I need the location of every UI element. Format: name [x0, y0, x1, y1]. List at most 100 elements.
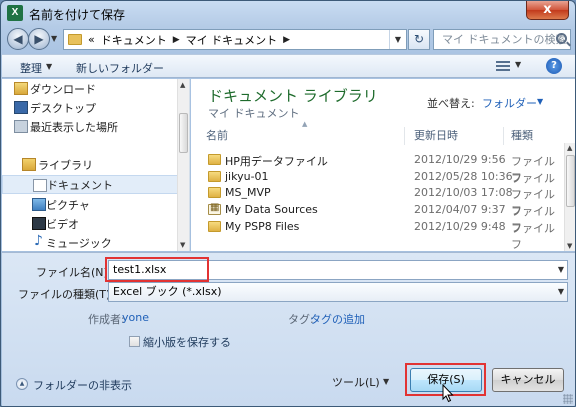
tools-dropdown-icon[interactable]: ▼	[383, 377, 389, 386]
download-folder-icon	[14, 82, 28, 95]
arrange-by-dropdown[interactable]: フォルダー	[482, 95, 537, 111]
scroll-down-icon[interactable]: ▼	[180, 241, 185, 249]
hide-folders-label: フォルダーの非表示	[33, 379, 132, 392]
resize-grip[interactable]	[563, 394, 573, 404]
file-row[interactable]: MS_MVP 2012/10/03 17:08 ファイル フ	[191, 185, 563, 217]
breadcrumb-separator-icon[interactable]: ▶	[283, 35, 290, 45]
column-header-name[interactable]: 名前	[206, 127, 228, 143]
filename-dropdown-icon[interactable]: ▼	[558, 261, 564, 279]
scroll-down-icon[interactable]: ▼	[567, 242, 572, 250]
nav-scrollbar[interactable]: ▲ ▼	[177, 79, 189, 251]
file-row[interactable]: My PSP8 Files 2012/10/29 9:48 ファイル フ	[191, 219, 563, 251]
filetype-value[interactable]: Excel ブック (*.xlsx)	[113, 285, 222, 298]
file-name: jikyu-01	[225, 170, 269, 183]
navigation-bar: ◀ ▶ ▼ « ドキュメント ▶ マイ ドキュメント ▶ ▼ ↻ マイ ドキュメ…	[1, 27, 575, 53]
address-bar[interactable]: « ドキュメント ▶ マイ ドキュメント ▶ ▼	[63, 29, 407, 50]
nav-item-label: ピクチャ	[46, 198, 90, 212]
column-header-type[interactable]: 種類	[511, 127, 533, 143]
author-label: 作成者:	[88, 313, 125, 326]
nav-item-documents[interactable]: ドキュメント	[2, 175, 178, 194]
command-bar: 整理 ▼ 新しいフォルダー ▼ ?	[2, 54, 575, 78]
mouse-cursor-icon	[442, 383, 454, 406]
library-title: ドキュメント ライブラリ	[208, 87, 378, 105]
nav-item-label: ライブラリ	[38, 158, 93, 172]
file-date: 2012/05/28 10:36	[414, 170, 513, 183]
filename-highlight	[105, 257, 209, 282]
pictures-icon	[32, 198, 46, 211]
forward-button[interactable]: ▶	[28, 28, 50, 50]
tools-menu[interactable]: ツール(L)	[332, 374, 380, 390]
search-icon[interactable]	[556, 33, 567, 44]
file-list-pane: ドキュメント ライブラリ マイ ドキュメント 並べ替え: フォルダー ▼ ▲ 名…	[191, 79, 575, 251]
excel-icon: X	[7, 5, 23, 21]
folder-icon	[208, 154, 221, 165]
nav-item-pictures[interactable]: ピクチャ	[2, 195, 178, 214]
file-date: 2012/10/29 9:48	[414, 220, 506, 233]
save-options-panel: ファイル名(N): test1.xlsx ▼ ファイルの種類(T): Excel…	[2, 252, 575, 406]
breadcrumb-overflow[interactable]: «	[88, 33, 95, 46]
videos-icon	[32, 217, 46, 230]
scrollbar-thumb[interactable]	[566, 155, 575, 207]
address-dropdown-icon[interactable]: ▼	[389, 30, 406, 49]
close-button[interactable]: x	[526, 1, 569, 20]
breadcrumb-separator-icon[interactable]: ▶	[173, 35, 180, 45]
folder-icon	[208, 187, 221, 198]
breadcrumb-my-documents[interactable]: マイ ドキュメント	[186, 32, 278, 48]
file-list-scrollbar[interactable]: ▲ ▼	[564, 143, 575, 251]
save-thumbnail-checkbox[interactable]	[129, 336, 140, 347]
recent-places-icon	[14, 120, 28, 133]
scroll-up-icon[interactable]: ▲	[567, 144, 572, 152]
breadcrumb-documents[interactable]: ドキュメント	[101, 32, 167, 48]
save-as-dialog: X 名前を付けて保存 x ◀ ▶ ▼ « ドキュメント ▶ マイ ドキュメント …	[0, 0, 576, 407]
column-divider[interactable]	[404, 127, 405, 145]
organize-dropdown-icon[interactable]: ▼	[46, 62, 52, 71]
save-thumbnail-label[interactable]: 縮小版を保存する	[143, 334, 231, 350]
nav-item-label: ビデオ	[46, 217, 79, 231]
desktop-icon	[14, 101, 28, 114]
arrange-dropdown-icon[interactable]: ▼	[537, 97, 543, 106]
file-row[interactable]: jikyu-01 2012/05/28 10:36 ファイル フ	[191, 169, 563, 201]
organize-menu[interactable]: 整理	[20, 60, 42, 76]
refresh-button[interactable]: ↻	[408, 29, 430, 50]
search-input[interactable]: マイ ドキュメントの検索	[433, 29, 571, 50]
sort-ascending-icon: ▲	[302, 120, 308, 128]
view-dropdown-icon[interactable]: ▼	[515, 60, 521, 69]
nav-item-label: ミュージック	[46, 236, 112, 250]
nav-item-music[interactable]: ミュージック	[2, 233, 178, 251]
nav-item-videos[interactable]: ビデオ	[2, 214, 178, 233]
back-button[interactable]: ◀	[7, 28, 29, 50]
filename-label: ファイル名(N):	[36, 266, 112, 279]
new-folder-button[interactable]: 新しいフォルダー	[76, 60, 164, 76]
tags-value[interactable]: タグの追加	[310, 311, 365, 327]
collapse-icon: ▲	[16, 378, 28, 390]
recent-pages-dropdown-icon[interactable]: ▼	[51, 34, 57, 43]
nav-item-libraries[interactable]: ライブラリ	[2, 155, 178, 174]
filetype-select[interactable]: Excel ブック (*.xlsx) ▼	[108, 282, 568, 302]
nav-item-label: デスクトップ	[30, 101, 96, 115]
filetype-dropdown-icon[interactable]: ▼	[558, 283, 564, 301]
file-row[interactable]: HP用データファイル 2012/10/29 9:56 ファイル フ	[191, 152, 563, 184]
nav-item-recent-places[interactable]: 最近表示した場所	[2, 117, 178, 136]
music-icon	[32, 233, 46, 249]
file-type: ファイル フ	[511, 222, 555, 251]
nav-item-desktop[interactable]: デスクトップ	[2, 98, 178, 117]
nav-item-downloads[interactable]: ダウンロード	[2, 79, 178, 98]
scroll-up-icon[interactable]: ▲	[180, 81, 185, 89]
file-row[interactable]: My Data Sources 2012/04/07 9:37 ファイル フ	[191, 202, 563, 234]
title-bar: X 名前を付けて保存 x	[1, 1, 575, 25]
column-divider[interactable]	[503, 127, 504, 145]
window-title: 名前を付けて保存	[29, 8, 126, 22]
nav-item-label: ダウンロード	[30, 82, 96, 96]
file-name: MS_MVP	[225, 186, 271, 199]
filetype-label: ファイルの種類(T):	[18, 288, 115, 301]
cancel-button[interactable]: キャンセル	[492, 368, 564, 392]
column-header-date[interactable]: 更新日時	[414, 127, 458, 143]
author-value[interactable]: yone	[122, 311, 149, 324]
help-icon[interactable]: ?	[546, 58, 562, 74]
view-options-icon[interactable]	[496, 61, 510, 71]
file-name: My Data Sources	[225, 203, 318, 216]
folder-icon	[208, 171, 221, 182]
hide-folders-button[interactable]: ▲ フォルダーの非表示	[16, 377, 132, 393]
scrollbar-thumb[interactable]	[179, 113, 188, 153]
file-name: HP用データファイル	[225, 155, 328, 168]
